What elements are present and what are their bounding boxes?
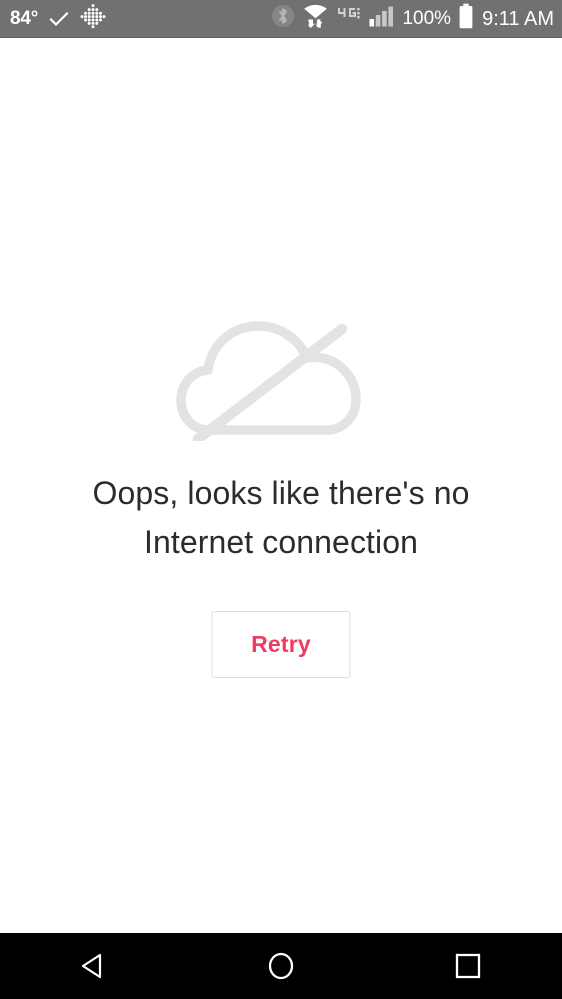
recents-button[interactable] xyxy=(418,933,518,999)
dots-diamond-icon xyxy=(80,3,106,34)
offline-message: Oops, looks like there's no Internet con… xyxy=(92,475,470,560)
wifi-icon xyxy=(302,3,329,34)
bluetooth-icon xyxy=(271,4,295,33)
status-bar: 84° 100% 9:11 AM xyxy=(0,0,562,38)
square-icon xyxy=(451,949,485,983)
back-button[interactable] xyxy=(44,933,144,999)
status-bar-left: 84° xyxy=(10,0,106,37)
battery-percent-label: 100% xyxy=(402,8,452,29)
battery-icon xyxy=(458,3,474,34)
home-button[interactable] xyxy=(231,933,331,999)
triangle-left-icon xyxy=(77,949,111,983)
android-navigation-bar xyxy=(0,933,562,999)
phone-screen: 84° 100% 9:11 AM Oops, looks like there'… xyxy=(0,0,562,999)
retry-button[interactable]: Retry xyxy=(211,611,351,678)
retry-button-label: Retry xyxy=(251,631,311,657)
signal-bars-icon xyxy=(369,5,395,32)
status-bar-right: 100% 9:11 AM xyxy=(271,0,554,37)
main-content: Oops, looks like there's no Internet con… xyxy=(0,39,562,933)
circle-icon xyxy=(264,949,298,983)
lte-4g-icon xyxy=(336,6,362,31)
clock-label: 9:11 AM xyxy=(482,7,554,30)
cloud-off-icon xyxy=(176,281,386,445)
check-icon xyxy=(48,8,70,30)
temperature-indicator: 84° xyxy=(10,8,39,29)
